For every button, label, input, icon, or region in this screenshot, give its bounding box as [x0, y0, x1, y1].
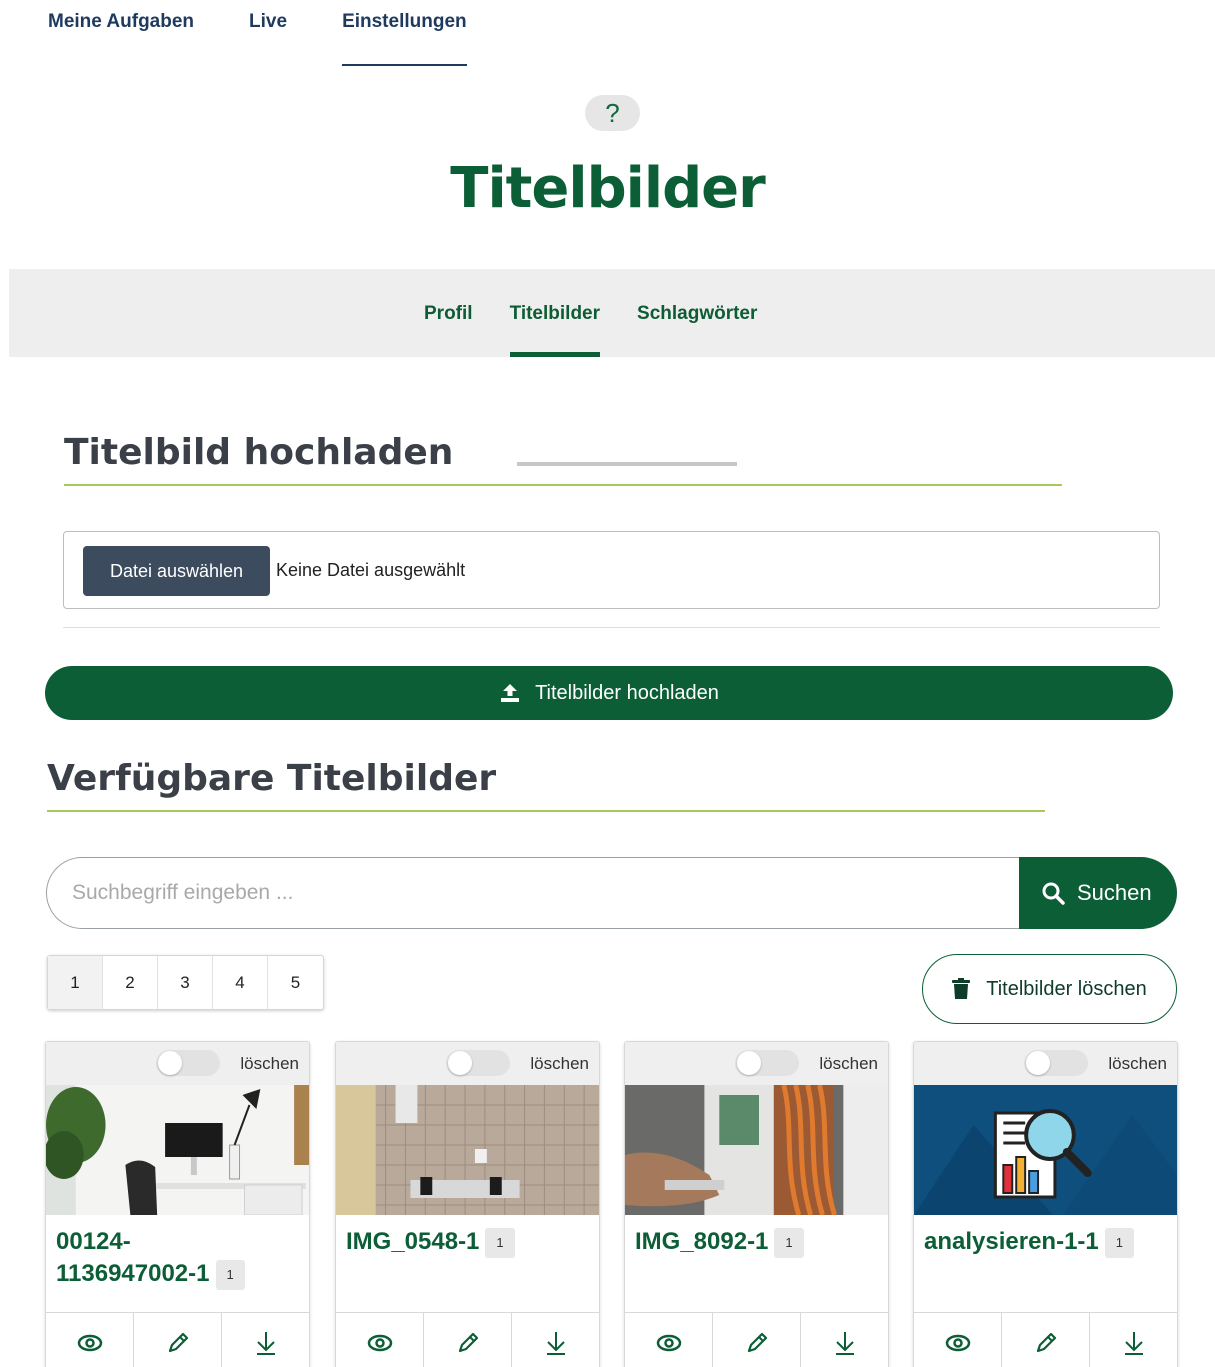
pencil-icon [747, 1332, 767, 1353]
tab-profil[interactable]: Profil [424, 269, 473, 357]
delete-title-images-button[interactable]: Titelbilder löschen [922, 954, 1177, 1024]
eye-icon [945, 1334, 970, 1352]
upload-button-label: Titelbilder hochladen [535, 681, 719, 704]
card-title: IMG_0548-1 1 [346, 1226, 591, 1258]
usage-count-badge: 1 [1104, 1227, 1134, 1258]
page-3-button[interactable]: 3 [158, 956, 213, 1009]
nav-item-meine-aufgaben[interactable]: Meine Aufgaben [48, 0, 194, 68]
tab-schlagwoerter[interactable]: Schlagwörter [637, 269, 757, 357]
delete-toggle[interactable] [446, 1050, 510, 1076]
page-1-button[interactable]: 1 [48, 956, 103, 1009]
nav-item-live[interactable]: Live [249, 0, 287, 68]
search-button-label: Suchen [1077, 880, 1152, 905]
edit-button[interactable] [1002, 1313, 1090, 1367]
delete-toggle[interactable] [1024, 1050, 1088, 1076]
usage-count-badge: 1 [774, 1227, 804, 1258]
pencil-icon [458, 1332, 478, 1353]
help-button[interactable]: ? [585, 95, 640, 131]
download-icon [256, 1332, 275, 1355]
download-button[interactable] [512, 1313, 599, 1367]
delete-button-label: Titelbilder löschen [986, 977, 1147, 1000]
view-button[interactable] [46, 1313, 134, 1367]
view-button[interactable] [336, 1313, 424, 1367]
upload-heading-divider [64, 484, 1062, 486]
download-icon [1124, 1332, 1143, 1355]
delete-toggle-label: löschen [819, 1054, 878, 1073]
upload-icon [501, 684, 520, 702]
divider [63, 627, 1160, 628]
image-card: löschen analysieren-1-1 1 [913, 1041, 1178, 1367]
image-card: löschen IMG_0548-1 1 [335, 1041, 600, 1367]
eye-icon [656, 1334, 681, 1352]
choose-file-button[interactable]: Datei auswählen [83, 546, 270, 596]
upload-title-images-button[interactable]: Titelbilder hochladen [45, 666, 1173, 720]
available-heading: Verfügbare Titelbilder [47, 758, 497, 799]
edit-button[interactable] [134, 1313, 222, 1367]
download-icon [546, 1332, 565, 1355]
tab-titelbilder[interactable]: Titelbilder [509, 269, 601, 357]
download-icon [835, 1332, 854, 1355]
trash-icon [952, 978, 971, 999]
image-card: löschen 00124- 1136947002-1 1 [45, 1041, 310, 1367]
delete-toggle-label: löschen [240, 1054, 299, 1073]
available-heading-divider [47, 810, 1045, 812]
delete-toggle[interactable] [735, 1050, 799, 1076]
search-input[interactable] [46, 857, 1026, 929]
card-title: 00124- 1136947002-1 1 [56, 1226, 301, 1290]
search-button[interactable]: Suchen [1019, 857, 1177, 929]
download-button[interactable] [1090, 1313, 1177, 1367]
pagination: 1 2 3 4 5 [47, 955, 324, 1010]
delete-toggle[interactable] [156, 1050, 220, 1076]
edit-button[interactable] [713, 1313, 801, 1367]
delete-toggle-label: löschen [530, 1054, 589, 1073]
analysis-thumbnail[interactable] [914, 1085, 1177, 1215]
network-cable-thumbnail[interactable] [625, 1085, 888, 1215]
office-desk-thumbnail[interactable] [46, 1085, 309, 1215]
eye-icon [367, 1334, 392, 1352]
edit-button[interactable] [424, 1313, 512, 1367]
search-bar: Suchen [46, 857, 1177, 929]
pencil-icon [168, 1332, 188, 1353]
settings-tabs-bar: Profil Titelbilder Schlagwörter [9, 269, 1215, 357]
page-2-button[interactable]: 2 [103, 956, 158, 1009]
page-title: Titelbilder [450, 156, 766, 221]
electrical-panel-thumbnail[interactable] [336, 1085, 599, 1215]
image-card: löschen IMG_8092-1 1 [624, 1041, 889, 1367]
delete-toggle-label: löschen [1108, 1054, 1167, 1073]
nav-item-einstellungen[interactable]: Einstellungen [342, 0, 467, 68]
top-nav: Meine Aufgaben Live Einstellungen [48, 0, 522, 68]
pencil-icon [1036, 1332, 1056, 1353]
usage-count-badge: 1 [215, 1259, 245, 1290]
card-title: IMG_8092-1 1 [635, 1226, 880, 1258]
download-button[interactable] [222, 1313, 309, 1367]
eye-icon [77, 1334, 102, 1352]
file-input-box[interactable]: Datei auswählen Keine Datei ausgewählt [63, 531, 1160, 609]
usage-count-badge: 1 [485, 1227, 515, 1258]
view-button[interactable] [914, 1313, 1002, 1367]
page-4-button[interactable]: 4 [213, 956, 268, 1009]
page-5-button[interactable]: 5 [268, 956, 323, 1009]
card-title: analysieren-1-1 1 [924, 1226, 1169, 1258]
download-button[interactable] [801, 1313, 888, 1367]
progress-placeholder-bar [517, 462, 737, 466]
file-status-text: Keine Datei ausgewählt [276, 560, 466, 580]
view-button[interactable] [625, 1313, 713, 1367]
search-icon [1042, 882, 1065, 905]
upload-heading: Titelbild hochladen [64, 432, 454, 473]
